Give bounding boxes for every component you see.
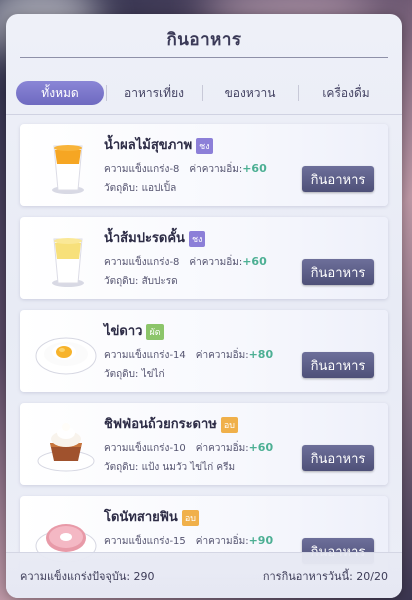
tabs-divider (6, 114, 402, 115)
food-card: ไข่ดาว ผัด ความแข็งแกร่ง-14 ค่าความอิ่ม:+8… (20, 310, 388, 392)
food-ingredients: วัตถุดิบ: แอปเปิ้ล (104, 183, 177, 194)
tab-drinks[interactable]: เครื่องดื่ม (298, 81, 394, 105)
food-name: น้ำส้มปะรดคั้น ชง (104, 227, 206, 248)
food-ingredients: วัตถุดิบ: สับปะรด (104, 276, 178, 287)
tab-all[interactable]: ทั้งหมด (16, 81, 104, 105)
tab-dessert[interactable]: ของหวาน (202, 81, 298, 105)
cook-method-tag: อบ (181, 509, 199, 526)
eat-button[interactable]: กินอาหาร (302, 166, 374, 192)
pineapple-juice-icon (52, 238, 84, 287)
food-card: น้ำผลไม้สุขภาพ ชง ความแข็งแกร่ง-8 ค่าความอ… (20, 124, 388, 206)
cook-method-tag: ชง (196, 137, 213, 154)
food-stats: ความแข็งแกร่ง-14 ค่าความอิ่ม:+80 (104, 348, 274, 361)
title-bar: กินอาหาร (6, 14, 402, 64)
eat-button[interactable]: กินอาหาร (302, 352, 374, 378)
cook-method-tag: ชง (188, 230, 206, 247)
orange-juice-icon (52, 145, 84, 194)
current-strength: ความแข็งแกร่งปัจจุบัน: 290 (20, 569, 155, 583)
food-ingredients: วัตถุดิบ: แป้ง นมวัว ไข่ไก่ ครีม (104, 462, 236, 473)
eat-button[interactable]: กินอาหาร (302, 445, 374, 471)
food-list[interactable]: น้ำผลไม้สุขภาพ ชง ความแข็งแกร่ง-8 ค่าความอ… (20, 124, 388, 589)
panel-title: กินอาหาร (166, 29, 242, 50)
food-card: น้ำส้มปะรดคั้น ชง ความแข็งแกร่ง-8 ค่าความอ… (20, 217, 388, 299)
food-stats: ความแข็งแกร่ง-8 ค่าความอิ่ม:+60 (104, 162, 267, 175)
tab-lunch[interactable]: อาหารเที่ยง (106, 81, 202, 105)
food-stats: ความแข็งแกร่ง-15 ค่าความอิ่ม:+90 (104, 534, 274, 547)
food-card: ชิฟฟ่อนถ้วยกระดาษ อบ ความแข็งแกร่ง-10 ค่าค… (20, 403, 388, 485)
food-stats: ความแข็งแกร่ง-10 ค่าความอิ่ม:+60 (104, 441, 274, 454)
food-stats: ความแข็งแกร่ง-8 ค่าความอิ่ม:+60 (104, 255, 267, 268)
food-name: โดนัทสายฟิน อบ (104, 506, 199, 527)
cook-method-tag: อบ (220, 416, 238, 433)
category-tabs: ทั้งหมด อาหารเที่ยง ของหวาน เครื่องดื่ม (6, 76, 402, 110)
title-divider (20, 57, 388, 58)
fried-egg-icon (35, 337, 97, 375)
food-panel: กินอาหาร ทั้งหมด อาหารเที่ยง ของหวาน เคร… (6, 14, 402, 598)
food-name: ชิฟฟ่อนถ้วยกระดาษ อบ (104, 413, 238, 434)
food-ingredients: วัตถุดิบ: ไข่ไก่ (104, 369, 165, 380)
eat-button[interactable]: กินอาหาร (302, 259, 374, 285)
food-name: ไข่ดาว ผัด (104, 320, 164, 341)
food-name: น้ำผลไม้สุขภาพ ชง (104, 134, 213, 155)
meals-today: การกินอาหารวันนี้: 20/20 (262, 569, 388, 583)
cook-method-tag: ผัด (146, 323, 164, 340)
status-footer: ความแข็งแกร่งปัจจุบัน: 290 การกินอาหารวั… (6, 552, 402, 598)
cupcake-icon (37, 423, 95, 472)
